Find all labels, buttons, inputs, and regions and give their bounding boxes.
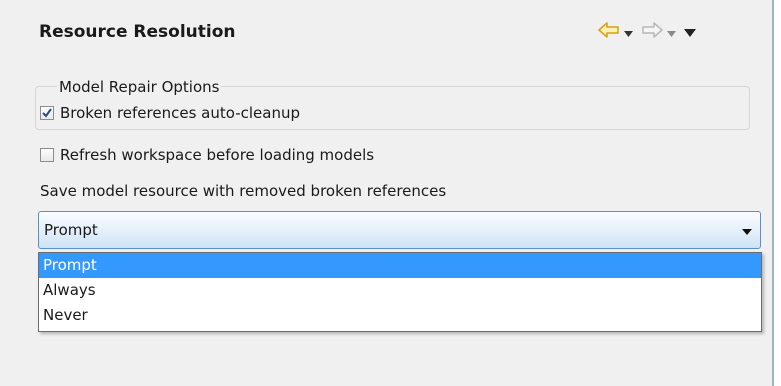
model-repair-options-legend: Model Repair Options [57, 78, 222, 96]
combo-selected-value: Prompt [44, 221, 98, 239]
forward-arrow-icon [641, 22, 663, 42]
refresh-workspace-checkbox[interactable] [40, 148, 54, 162]
dropdown-option-always[interactable]: Always [39, 278, 761, 303]
checkmark-icon [42, 108, 52, 118]
dropdown-option-never[interactable]: Never [39, 303, 761, 328]
chevron-down-icon [742, 221, 752, 239]
refresh-workspace-checkbox-row[interactable]: Refresh workspace before loading models [40, 146, 374, 164]
auto-cleanup-checkbox[interactable] [40, 106, 54, 120]
view-toolbar [598, 22, 704, 42]
adjacent-panel-edge [774, 0, 781, 386]
save-model-label: Save model resource with removed broken … [40, 182, 447, 200]
auto-cleanup-label: Broken references auto-cleanup [60, 104, 300, 122]
view-menu-button[interactable] [684, 23, 696, 41]
view-menu-icon [684, 23, 696, 41]
save-model-dropdown-list: Prompt Always Never [38, 252, 762, 332]
auto-cleanup-checkbox-row[interactable]: Broken references auto-cleanup [40, 104, 300, 122]
resource-resolution-page: Resource Resolution Model Repair Options… [0, 0, 772, 386]
back-arrow-icon [598, 22, 620, 42]
back-button[interactable] [598, 22, 633, 42]
save-model-combo[interactable]: Prompt [38, 211, 761, 249]
page-title: Resource Resolution [39, 22, 236, 42]
dropdown-option-prompt[interactable]: Prompt [39, 253, 761, 278]
forward-dropdown-icon [667, 23, 676, 41]
forward-button[interactable] [641, 22, 676, 42]
back-dropdown-icon [624, 23, 633, 41]
refresh-workspace-label: Refresh workspace before loading models [60, 146, 375, 164]
